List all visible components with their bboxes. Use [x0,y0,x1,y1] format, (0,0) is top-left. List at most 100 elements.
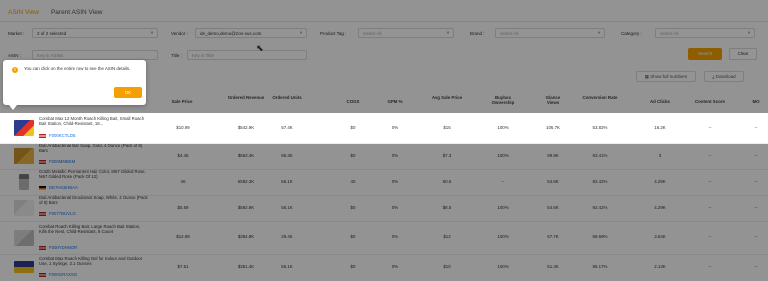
avg-sale-price-cell: $12 [443,234,451,239]
ordered-revenue-cell: €582.3K [237,179,255,184]
content-score-cell: -- [708,153,712,158]
asin-code: F000MMBKM [49,159,76,164]
product-tag-select[interactable]: Select All ▼ [358,28,454,38]
clear-button[interactable]: Clear [729,48,757,60]
ordered-revenue-cell: $563.4K [237,153,255,158]
onboarding-popover: ! You can click on the entire row to see… [3,60,146,110]
brand-select[interactable]: Select All ▼ [495,28,605,38]
brand-label: Brand : [470,31,485,36]
conversion-rate-cell: 93.41% [592,153,608,158]
asin-input[interactable]: Key in ASINs [32,50,158,60]
product-tag-label: Product Tag : [320,31,347,36]
tab-asin-view[interactable]: ASIN View [8,6,39,22]
col-content-score[interactable]: Content Score [690,99,730,104]
product-asin[interactable]: DE7HG6HBAA [39,185,78,190]
table-row[interactable]: Got2b Metallic Permanent Hair Color, M67… [0,169,768,196]
content-score-cell: -- [708,205,712,210]
download-label: Download [715,74,736,79]
conversion-rate-cell: 59.69% [592,234,608,239]
conversion-rate-cell: 96.17% [592,264,608,269]
asin-dashboard: ASIN View Parent ASIN View Market : 2 of… [0,0,768,281]
ordered-units-cell: 56.1K [281,264,293,269]
tab-parent-asin-view[interactable]: Parent ASIN View [51,6,103,22]
table-row[interactable]: Combat Max 12 Month Roach Killing Bait, … [0,113,768,144]
ad-clicks-cell: 16.2K [654,125,666,130]
buybox-cell: 100% [497,234,509,239]
product-asin[interactable]: F000MMBKM [39,159,75,164]
product-thumbnail [14,148,34,164]
vendor-label: Vendor : [171,31,188,36]
conversion-rate-cell: 92.42% [592,179,608,184]
product-thumbnail [14,230,34,246]
col-cogs[interactable]: COGS [338,99,368,104]
table-row[interactable]: Combat Max Roach Killing Gel for Indoor … [0,254,768,281]
view-tabs: ASIN View Parent ASIN View [8,6,103,22]
col-glance-views[interactable]: Glance Views [540,95,566,105]
col-conversion-rate[interactable]: Conversion Rate [578,95,622,100]
avg-sale-price-cell: $15 [443,125,451,130]
col-ordered-units[interactable]: Ordered Units [272,95,302,100]
col-avg-sale-price[interactable]: Avg Sale Price [430,95,464,100]
col-ordered-revenue[interactable]: Ordered Revenue [226,95,266,100]
table-row[interactable]: Dial Antibacterial Bar Soap, Gold, 4 Oun… [0,143,768,170]
us-flag-icon [39,133,46,138]
us-flag-icon [39,272,46,277]
vendor-select[interactable]: de_demo,demo@zon-xus.com ▼ [195,28,307,38]
table-row[interactable]: Combat Roach Killing Bait, Large Roach B… [0,221,768,255]
search-button[interactable]: Search [688,48,722,60]
table-row[interactable]: Dial Antibacterial Deodorant Soap, White… [0,195,768,222]
mo-cell: -- [754,125,758,130]
product-thumbnail [19,174,29,190]
buybox-cell: 100% [497,205,509,210]
buybox-cell: 100% [497,264,509,269]
product-asin[interactable]: F000GRAXSG [39,272,77,277]
ordered-revenue-cell: $592.9K [237,205,255,210]
chevron-down-icon: ▼ [299,30,303,35]
col-sale-price[interactable]: Sale Price [164,99,200,104]
avg-sale-price-cell: $8.5 [442,205,452,210]
glance-views-cell: 57.7K [547,234,559,239]
cogs-cell: 40 [350,179,356,184]
asin-code: F000YDNNOR [49,245,78,250]
ordered-units-cell: 95.3K [281,153,293,158]
col-mo[interactable]: MO [748,99,764,104]
vendor-value: de_demo,demo@zon-xus.com [200,31,262,36]
col-buybox-ownership[interactable]: Buybox Ownership [484,95,522,105]
brand-placeholder: Select All [500,31,519,36]
chevron-down-icon: ▼ [150,30,154,35]
market-select[interactable]: 2 of 2 selected ▼ [32,28,158,38]
cogs-cell: $0 [350,264,356,269]
title-input[interactable]: Key in Title [187,50,307,60]
ordered-revenue-cell: $351.4K [237,264,255,269]
asin-placeholder: Key in ASINs [37,53,64,58]
product-asin[interactable]: F000KCTLDE [39,133,76,138]
asin-label: ASIN : [8,53,22,58]
content-score-cell: -- [708,179,712,184]
glance-views-cell: 51.4K [547,264,559,269]
us-flag-icon [39,159,46,164]
product-name: Dial Antibacterial Deodorant Soap, White… [39,195,148,206]
chevron-down-icon: ▼ [747,30,751,35]
col-gpm[interactable]: GPM % [380,99,410,104]
category-select[interactable]: Select All ▼ [655,28,755,38]
cogs-cell: $0 [350,234,356,239]
product-name: Combat Roach Killing Bait, Large Roach B… [39,224,141,235]
download-button[interactable]: ⤓ Download [704,71,744,82]
product-asin[interactable]: F0077BUVLG [39,211,76,216]
sale-price-cell: $4.46 [177,153,189,158]
avg-sale-price-cell: $7.3 [442,153,452,158]
show-full-numbers-button[interactable]: ▦ Show full numbers [636,71,696,82]
popover-arrow [9,105,17,110]
conversion-rate-cell: 92.42% [592,205,608,210]
asin-code: F000GRAXSG [49,272,78,277]
ordered-revenue-cell: $542.9K [237,125,255,130]
us-flag-icon [39,211,46,216]
title-placeholder: Key in Title [192,53,215,58]
ok-button[interactable]: OK [114,87,142,98]
product-asin[interactable]: F000YDNNOR [39,245,77,250]
gpm-cell: 0% [391,205,399,210]
product-name: Got2b Metallic Permanent Hair Color, M67… [39,169,146,180]
chevron-down-icon: ▼ [446,30,450,35]
col-ad-clicks[interactable]: Ad Clicks [642,99,678,104]
title-label: Title : [171,53,182,58]
